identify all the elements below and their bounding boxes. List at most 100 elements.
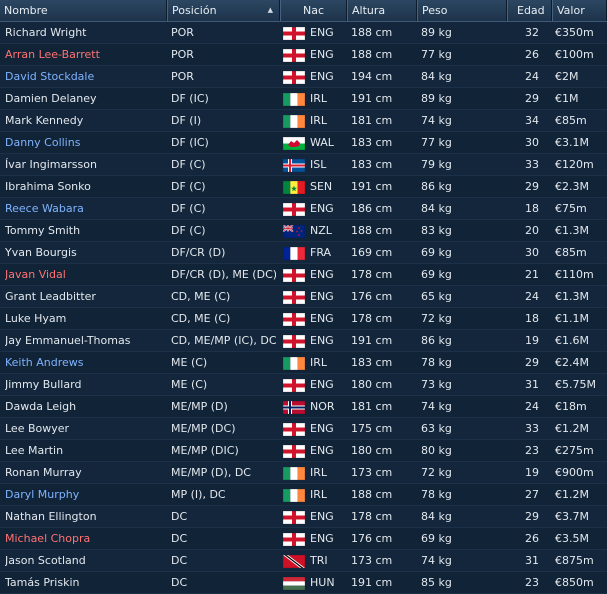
player-name[interactable]: Damien Delaney bbox=[5, 88, 165, 110]
table-row[interactable]: Danny Collins DF (IC) WAL 183 cm 77 kg 30 €3.1… bbox=[0, 132, 607, 154]
player-name[interactable]: Mark Kennedy bbox=[5, 110, 165, 132]
player-name[interactable]: Jason Scotland bbox=[5, 550, 165, 572]
flag-norway-icon bbox=[283, 401, 305, 414]
table-row[interactable]: Arran Lee-Barrett POR ENG 188 cm 77 kg 26 €100… bbox=[0, 44, 607, 66]
player-age: 24 bbox=[525, 400, 539, 413]
player-weight: 72 kg bbox=[421, 312, 452, 325]
player-height: 191 cm bbox=[351, 576, 393, 589]
player-position: DF (C) bbox=[171, 158, 206, 171]
player-age: 23 bbox=[525, 444, 539, 457]
player-value: €3.5M bbox=[555, 532, 589, 545]
player-nationality: NOR bbox=[310, 400, 335, 413]
table-row[interactable]: Daryl Murphy MP (I), DC IRL 188 cm 78 kg 27 €1… bbox=[0, 484, 607, 506]
table-row[interactable]: Jimmy Bullard ME (C) ENG 180 cm 73 kg 31 €5.75… bbox=[0, 374, 607, 396]
player-name[interactable]: Arran Lee-Barrett bbox=[5, 44, 165, 66]
column-header-age[interactable]: Edad bbox=[507, 0, 552, 21]
table-row[interactable]: Javan Vidal DF/CR (D), ME (DC) ENG 178 cm 69… bbox=[0, 264, 607, 286]
table-row[interactable]: Michael Chopra DC ENG 176 cm 69 kg 26 €3.5M bbox=[0, 528, 607, 550]
table-row[interactable]: Damien Delaney DF (IC) IRL 191 cm 89 kg 29 €1M bbox=[0, 88, 607, 110]
player-name[interactable]: Jimmy Bullard bbox=[5, 374, 165, 396]
column-header-weight[interactable]: Peso bbox=[417, 0, 507, 21]
player-position: DC bbox=[171, 532, 188, 545]
table-row[interactable]: Jason Scotland DC TRI 173 cm 74 kg 31 €875m bbox=[0, 550, 607, 572]
player-name[interactable]: Jay Emmanuel-Thomas bbox=[5, 330, 165, 352]
player-age: 33 bbox=[525, 158, 539, 171]
player-name[interactable]: Javan Vidal bbox=[5, 264, 165, 286]
table-row[interactable]: Tommy Smith DF (C) NZL 188 cm 83 kg 20 €1.3M bbox=[0, 220, 607, 242]
player-position: ME/MP (DC) bbox=[171, 422, 236, 435]
sort-ascending-icon: ▲ bbox=[267, 6, 273, 14]
player-weight: 85 kg bbox=[421, 576, 452, 589]
table-row[interactable]: Lee Martin ME/MP (DIC) ENG 180 cm 80 kg 23 €27… bbox=[0, 440, 607, 462]
player-name[interactable]: Danny Collins bbox=[5, 132, 165, 154]
table-row[interactable]: Mark Kennedy DF (I) IRL 181 cm 74 kg 34 €85m bbox=[0, 110, 607, 132]
flag-england-icon bbox=[283, 423, 305, 436]
player-name[interactable]: Lee Bowyer bbox=[5, 418, 165, 440]
table-row[interactable]: Reece Wabara DF (C) ENG 186 cm 84 kg 18 €75m bbox=[0, 198, 607, 220]
table-row[interactable]: Ívar Ingimarsson DF (C) ISL 183 cm 79 kg 33 €1… bbox=[0, 154, 607, 176]
player-name[interactable]: David Stockdale bbox=[5, 66, 165, 88]
player-nationality: ENG bbox=[310, 202, 334, 215]
flag-england-icon bbox=[283, 445, 305, 458]
player-name[interactable]: Ronan Murray bbox=[5, 462, 165, 484]
flag-ireland-icon bbox=[283, 467, 305, 480]
player-age: 31 bbox=[525, 554, 539, 567]
player-name[interactable]: Yvan Bourgis bbox=[5, 242, 165, 264]
player-age: 26 bbox=[525, 532, 539, 545]
player-height: 176 cm bbox=[351, 532, 393, 545]
table-row[interactable]: Lee Bowyer ME/MP (DC) ENG 175 cm 63 kg 33 €1.2… bbox=[0, 418, 607, 440]
player-weight: 65 kg bbox=[421, 290, 452, 303]
table-row[interactable]: Keith Andrews ME (C) IRL 183 cm 78 kg 29 €2.4M bbox=[0, 352, 607, 374]
table-row[interactable]: Ibrahima Sonko DF (C) SEN 191 cm 86 kg 29 €2.3… bbox=[0, 176, 607, 198]
table-header: Nombre Posición ▲ Nac Altura Peso Edad Va… bbox=[0, 0, 607, 22]
player-nationality: IRL bbox=[310, 114, 328, 127]
player-name[interactable]: Nathan Ellington bbox=[5, 506, 165, 528]
column-header-height[interactable]: Altura bbox=[347, 0, 417, 21]
column-header-position[interactable]: Posición ▲ bbox=[167, 0, 280, 21]
table-row[interactable]: Ronan Murray ME/MP (D), DC IRL 173 cm 72 kg 1… bbox=[0, 462, 607, 484]
player-position: ME (C) bbox=[171, 356, 208, 369]
player-name[interactable]: Michael Chopra bbox=[5, 528, 165, 550]
player-name[interactable]: Daryl Murphy bbox=[5, 484, 165, 506]
player-name[interactable]: Luke Hyam bbox=[5, 308, 165, 330]
table-row[interactable]: Richard Wright POR ENG 188 cm 89 kg 32 €350m bbox=[0, 22, 607, 44]
player-value: €100m bbox=[555, 48, 594, 61]
player-weight: 74 kg bbox=[421, 554, 452, 567]
player-name[interactable]: Keith Andrews bbox=[5, 352, 165, 374]
player-name[interactable]: Tamás Priskin bbox=[5, 572, 165, 594]
table-row[interactable]: Nathan Ellington DC ENG 178 cm 84 kg 29 €3.7M bbox=[0, 506, 607, 528]
player-height: 191 cm bbox=[351, 334, 393, 347]
player-weight: 84 kg bbox=[421, 202, 452, 215]
player-weight: 69 kg bbox=[421, 532, 452, 545]
table-row[interactable]: Tamás Priskin DC HUN 191 cm 85 kg 23 €850m bbox=[0, 572, 607, 594]
player-nationality: HUN bbox=[310, 576, 335, 589]
table-row[interactable]: Jay Emmanuel-Thomas CD, ME/MP (IC), DC ENG… bbox=[0, 330, 607, 352]
column-header-nationality[interactable]: Nac bbox=[280, 0, 347, 21]
table-row[interactable]: Luke Hyam CD, ME (C) ENG 178 cm 72 kg 18 €1.1M bbox=[0, 308, 607, 330]
player-position: DF (IC) bbox=[171, 136, 209, 149]
player-list: Richard Wright POR ENG 188 cm 89 kg 32 €350m Ar… bbox=[0, 22, 607, 594]
player-position: ME/MP (D) bbox=[171, 400, 228, 413]
player-name[interactable]: Dawda Leigh bbox=[5, 396, 165, 418]
player-value: €1.6M bbox=[555, 334, 589, 347]
player-value: €85m bbox=[555, 114, 587, 127]
player-name[interactable]: Lee Martin bbox=[5, 440, 165, 462]
player-name[interactable]: Ívar Ingimarsson bbox=[5, 154, 165, 176]
column-header-value[interactable]: Valor bbox=[552, 0, 607, 21]
player-name[interactable]: Richard Wright bbox=[5, 22, 165, 44]
flag-iceland-icon bbox=[283, 159, 305, 172]
player-name[interactable]: Ibrahima Sonko bbox=[5, 176, 165, 198]
player-name[interactable]: Reece Wabara bbox=[5, 198, 165, 220]
player-position: ME/MP (D), DC bbox=[171, 466, 251, 479]
player-nationality: ENG bbox=[310, 290, 334, 303]
player-name[interactable]: Tommy Smith bbox=[5, 220, 165, 242]
player-nationality: IRL bbox=[310, 92, 328, 105]
player-name[interactable]: Grant Leadbitter bbox=[5, 286, 165, 308]
column-header-name[interactable]: Nombre bbox=[0, 0, 167, 21]
player-height: 175 cm bbox=[351, 422, 393, 435]
table-row[interactable]: Yvan Bourgis DF/CR (D) FRA 169 cm 69 kg 30 €85… bbox=[0, 242, 607, 264]
table-row[interactable]: Grant Leadbitter CD, ME (C) ENG 176 cm 65 kg… bbox=[0, 286, 607, 308]
player-weight: 79 kg bbox=[421, 158, 452, 171]
table-row[interactable]: David Stockdale POR ENG 194 cm 84 kg 24 €2M bbox=[0, 66, 607, 88]
table-row[interactable]: Dawda Leigh ME/MP (D) NOR 181 cm 74 kg 24 €18m bbox=[0, 396, 607, 418]
